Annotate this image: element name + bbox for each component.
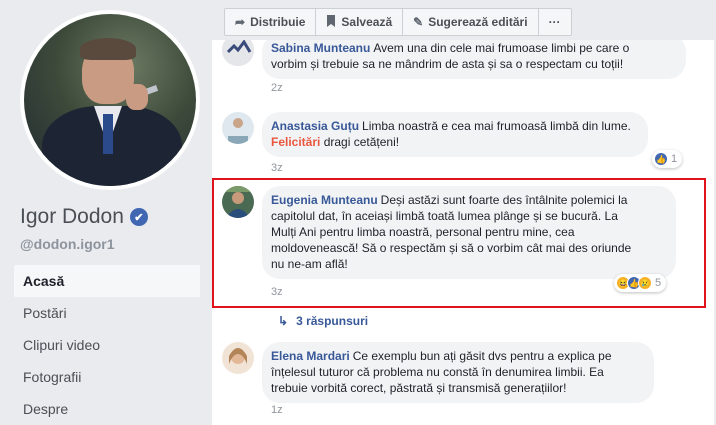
share-icon: ➦ — [235, 15, 246, 29]
comment-bubble: Anastasia Guțu Limba noastră e cea mai fr… — [262, 112, 648, 157]
comment-text: dragi cetățeni! — [323, 135, 400, 149]
more-options-button[interactable]: ··· — [539, 9, 571, 35]
comment-text: Limba noastră e cea mai frumoasă limbă d… — [362, 119, 631, 133]
comment-text: trebuie vorbită corect, păstrată și tran… — [271, 381, 567, 395]
comment-timestamp[interactable]: 2z — [271, 82, 283, 94]
comment-text: înțelesul tuturor că problema nu constă … — [271, 365, 604, 379]
nav-item-home[interactable]: Acasă — [14, 265, 200, 297]
comment-bubble: Elena Mardari Ce exemplu bun ați găsit dv… — [262, 342, 654, 403]
profile-handle[interactable]: @dodon.igor1 — [20, 236, 115, 252]
reply-arrow-icon: ↳ — [278, 314, 289, 328]
reaction-count: 1 — [671, 153, 678, 165]
commenter-avatar[interactable] — [222, 342, 254, 374]
post-toolbar: ➦ Distribuie Salvează ✎ Sugerează edităr… — [224, 8, 572, 36]
view-replies-link[interactable]: ↳ 3 răspunsuri — [278, 314, 368, 328]
commenter-avatar[interactable] — [222, 112, 254, 144]
comment-text: Ce exemplu bun ați găsit dvs pentru a ex… — [352, 349, 612, 363]
suggest-edits-button[interactable]: ✎ Sugerează editări — [403, 9, 539, 35]
reactions-summary[interactable]: 👍 1 — [652, 150, 683, 168]
page-sidebar: Igor Dodon ✔ @dodon.igor1 Acasă Postări … — [0, 0, 210, 425]
avatar — [24, 14, 196, 186]
more-icon: ··· — [548, 15, 561, 29]
profile-name-text[interactable]: Igor Dodon — [20, 205, 124, 229]
comment-timestamp[interactable]: 1z — [271, 404, 283, 416]
comment-author-link[interactable]: Anastasia Guțu — [271, 119, 359, 133]
highlight-box — [212, 178, 706, 308]
comment-timestamp[interactable]: 3z — [271, 162, 283, 174]
bookmark-icon — [326, 14, 336, 30]
commenter-avatar[interactable] — [222, 40, 254, 66]
save-button[interactable]: Salvează — [316, 9, 404, 35]
comment-text: vorbim și trebuie sa ne mândrim de asta … — [271, 57, 624, 71]
share-button[interactable]: ➦ Distribuie — [225, 9, 317, 35]
nav-item-photos[interactable]: Fotografii — [14, 361, 200, 393]
page-title[interactable]: Igor Dodon ✔ — [20, 205, 148, 229]
verified-badge-icon: ✔ — [129, 208, 148, 226]
comment-text: Avem una din cele mai frumoase limbi pe … — [373, 41, 630, 55]
page-nav: Acasă Postări Clipuri video Fotografii D… — [14, 265, 200, 425]
comment-author-link[interactable]: Sabina Munteanu — [271, 41, 370, 55]
nav-item-about[interactable]: Despre — [14, 393, 200, 425]
nav-item-posts[interactable]: Postări — [14, 297, 200, 329]
hashtag-link[interactable]: Felicitări — [271, 135, 320, 149]
nav-item-videos[interactable]: Clipuri video — [14, 329, 200, 361]
like-reaction-icon: 👍 — [654, 152, 668, 166]
comment-bubble: Sabina Munteanu Avem una din cele mai fru… — [262, 40, 686, 79]
comment-author-link[interactable]: Elena Mardari — [271, 349, 350, 363]
pencil-icon: ✎ — [413, 15, 424, 29]
profile-picture[interactable] — [20, 10, 200, 190]
